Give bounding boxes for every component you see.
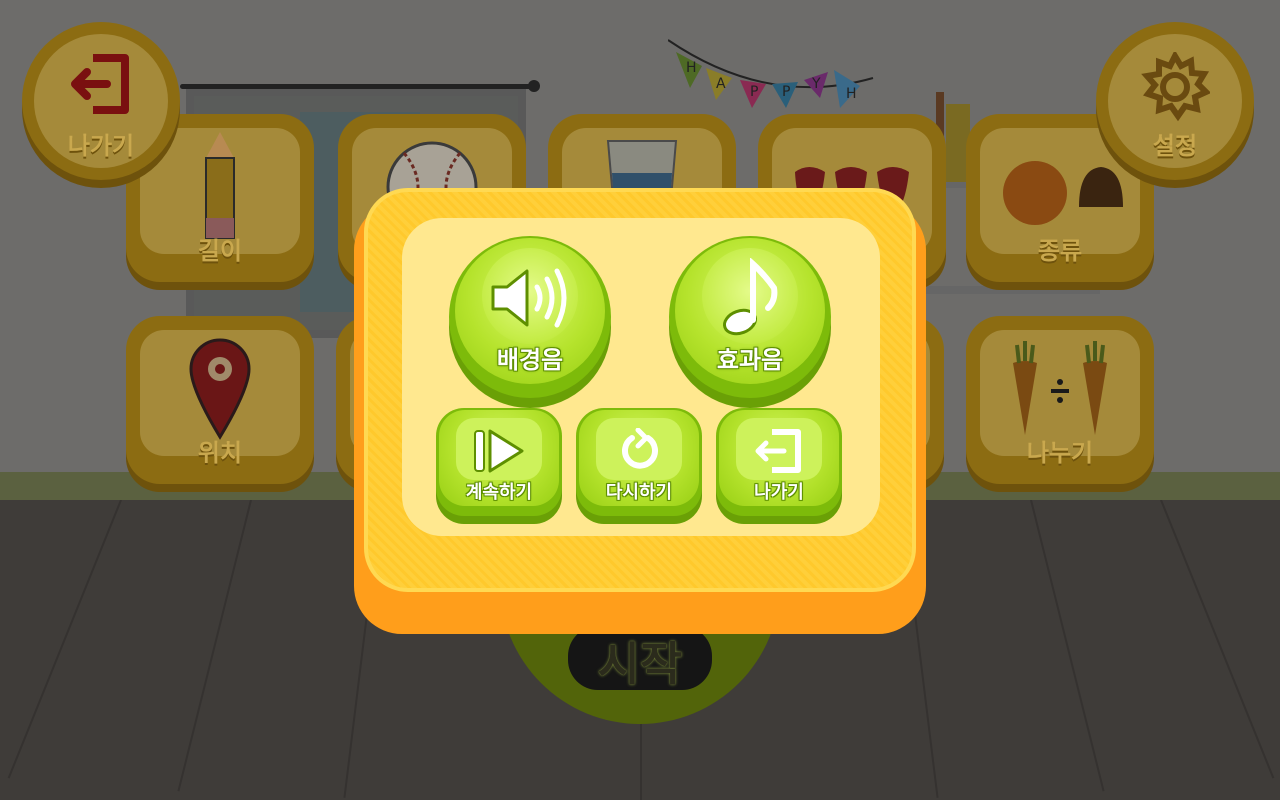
bunting-letter-3: P (750, 84, 758, 100)
exit-icon (716, 426, 842, 476)
sfx-toggle-label: 효과음 (716, 346, 784, 374)
restart-icon (576, 426, 702, 476)
carrots-divide-icon (966, 334, 1154, 444)
settings-button[interactable]: 설정 (1096, 22, 1254, 180)
restart-button-label: 다시하기 (605, 482, 673, 503)
menu-exit-button-label: 나가기 (754, 482, 804, 503)
start-button-label: 시작 (597, 637, 683, 691)
play-icon (436, 426, 562, 476)
music-note-icon (669, 256, 831, 340)
exit-button[interactable]: 나가기 (22, 22, 180, 180)
bunting-letter-5: Y (811, 76, 821, 92)
resume-button[interactable]: 계속하기 (436, 408, 562, 516)
exit-button-label: 나가기 (67, 132, 135, 160)
bunting-letter-6: H (846, 86, 857, 102)
tile-position[interactable]: 위치 (126, 316, 314, 484)
settings-button-label: 설정 (1152, 132, 1198, 160)
resume-button-label: 계속하기 (465, 482, 533, 503)
tile-label: 위치 (197, 439, 243, 467)
bgm-toggle-label: 배경음 (496, 346, 564, 374)
curtain-rod-end (528, 80, 540, 92)
gear-icon (1096, 52, 1254, 122)
bgm-toggle-button[interactable]: 배경음 (449, 236, 611, 398)
tile-divide[interactable]: 나누기 (966, 316, 1154, 484)
restart-button[interactable]: 다시하기 (576, 408, 702, 516)
curtain-rod (180, 84, 536, 89)
tile-label: 길이 (197, 237, 243, 265)
speaker-sound-icon (449, 256, 611, 340)
bunting-letter-2: A (716, 76, 726, 92)
tile-label: 종류 (1037, 237, 1083, 265)
menu-exit-button[interactable]: 나가기 (716, 408, 842, 516)
map-pin-icon (126, 334, 314, 444)
shelf-bottom (900, 286, 1100, 294)
bunting-letter-4: P (782, 84, 790, 100)
exit-door-icon (22, 52, 180, 122)
sfx-toggle-button[interactable]: 효과음 (669, 236, 831, 398)
tile-label: 나누기 (1026, 439, 1094, 467)
bunting-letter-1: H (686, 60, 697, 76)
